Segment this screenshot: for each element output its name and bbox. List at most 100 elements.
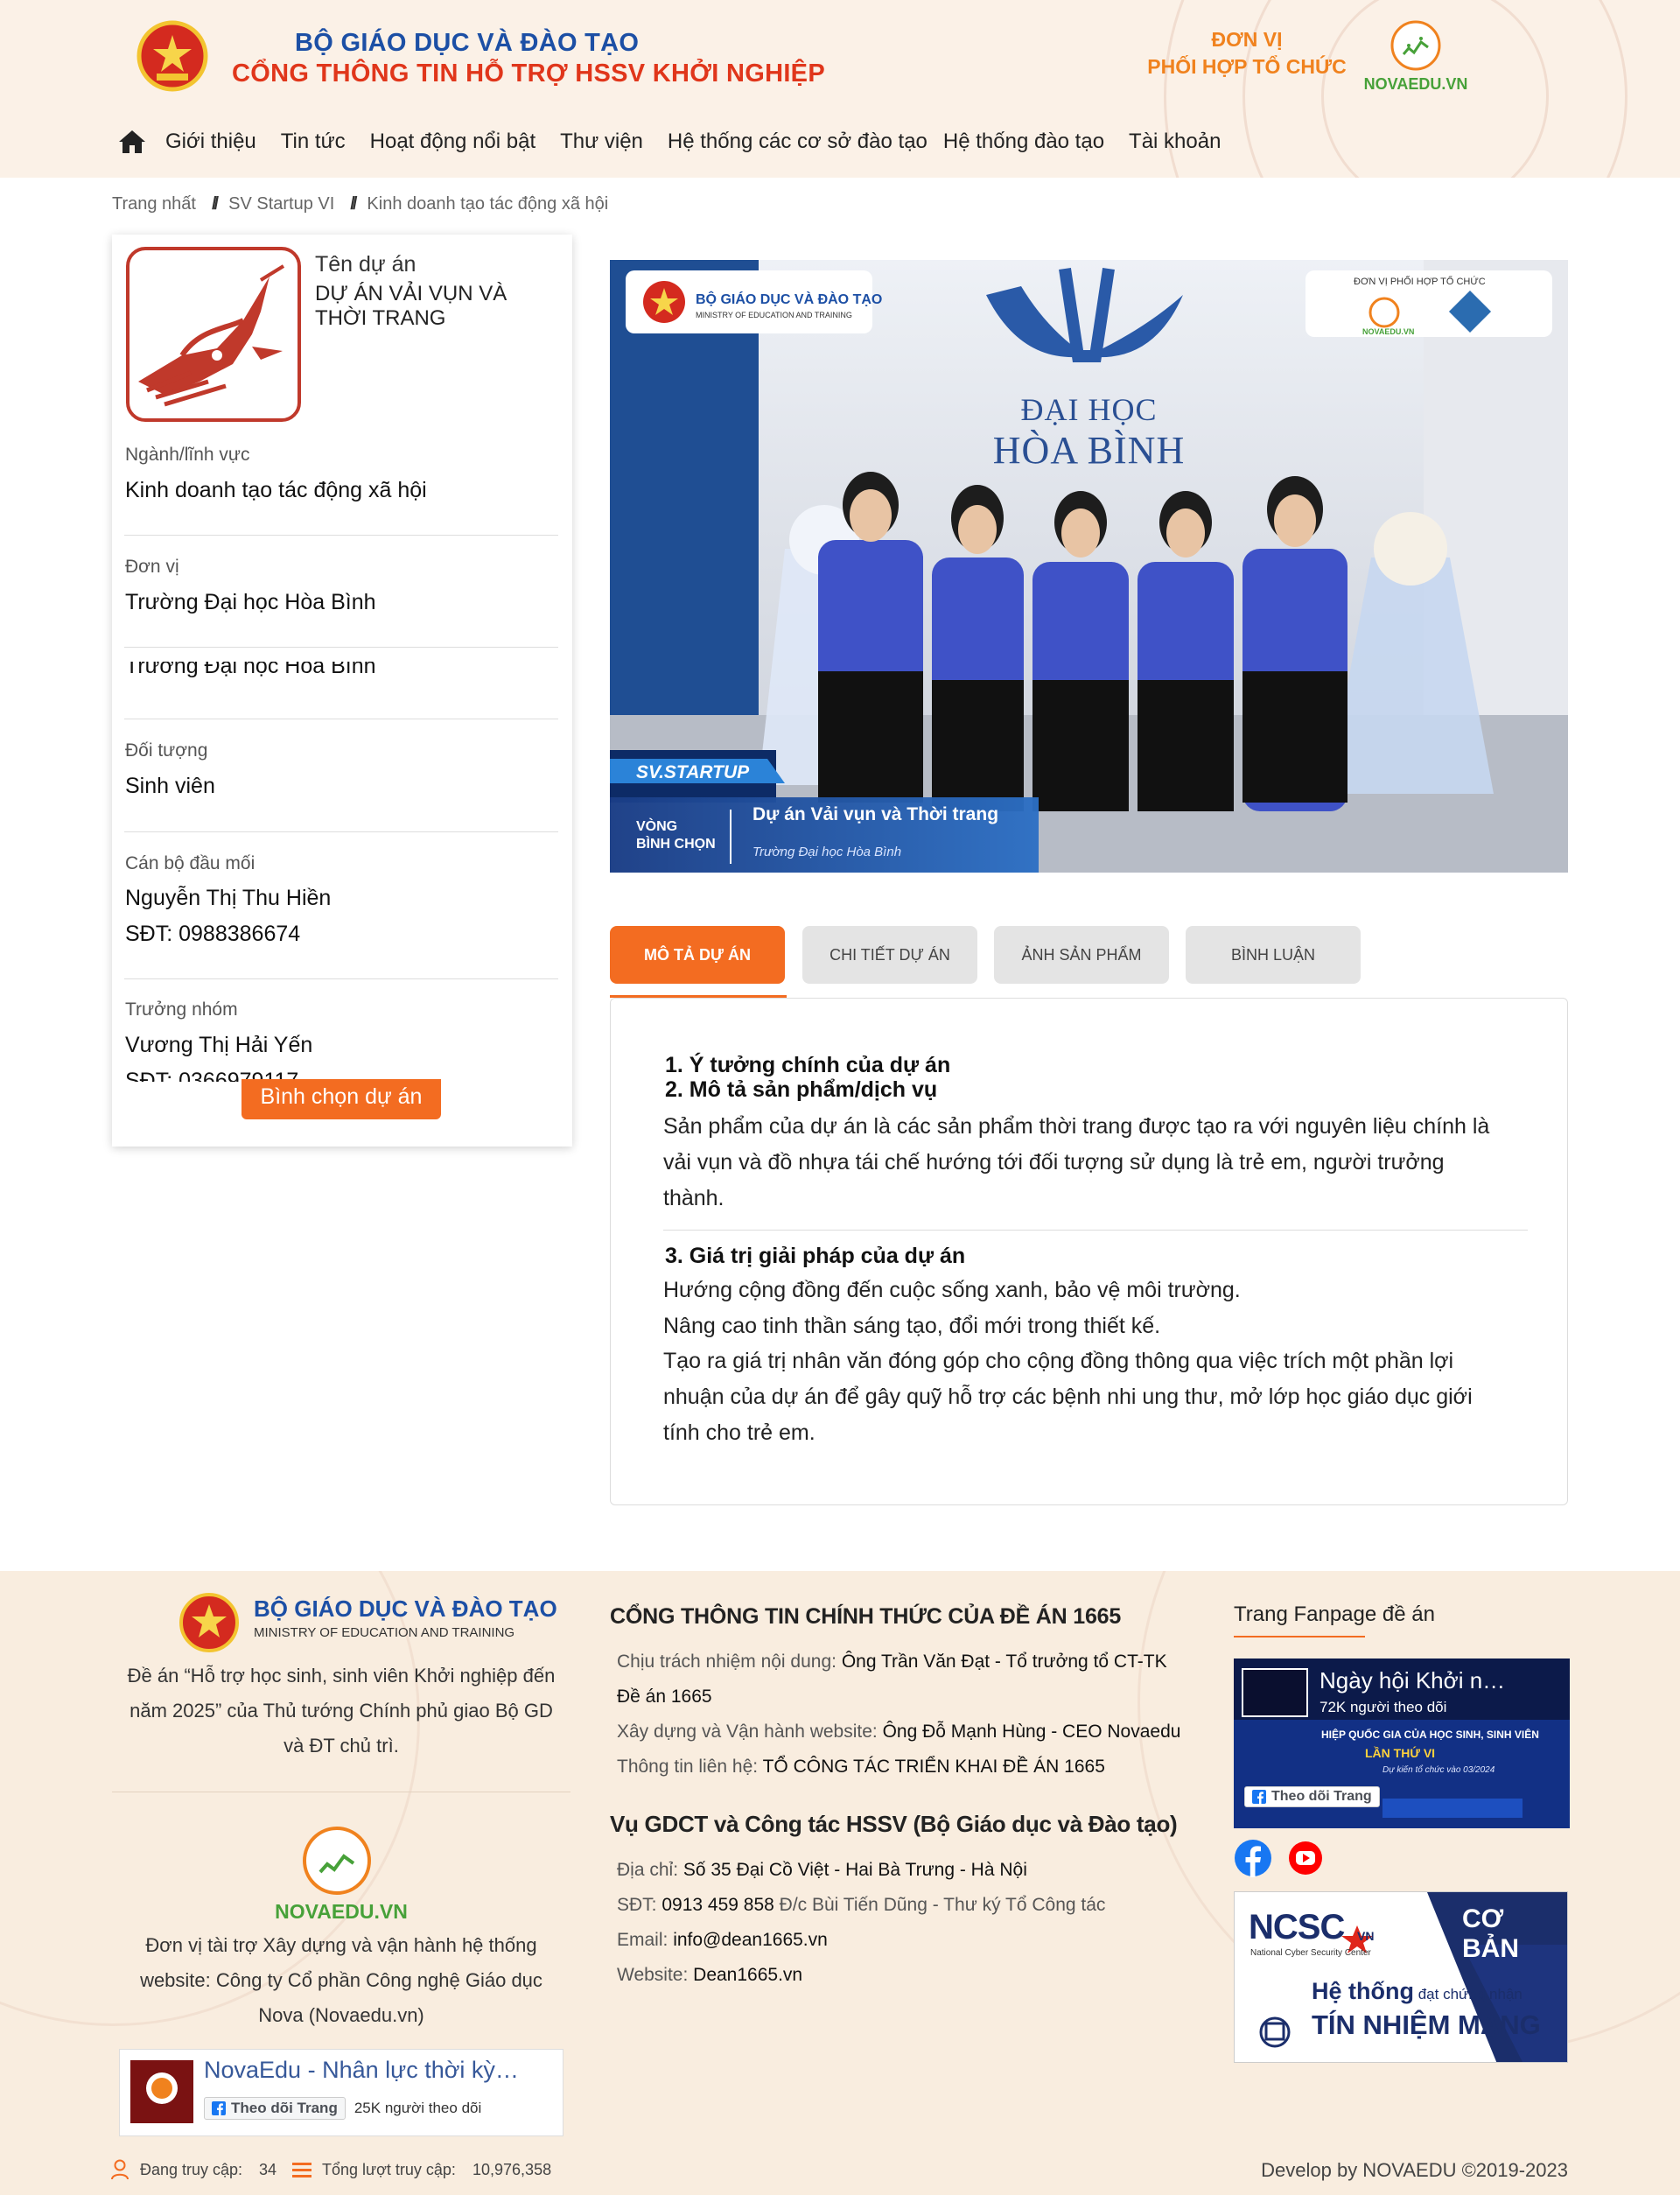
- partner-line2: PHỐI HỢP TỔ CHỨC: [1147, 55, 1347, 78]
- nav-gioi-thieu[interactable]: Giới thiệu: [165, 130, 256, 154]
- fb-dean-banner1: HIỆP QUỐC GIA CỦA HỌC SINH, SINH VIÊN: [1321, 1729, 1539, 1741]
- hero-photo-graphic: [610, 260, 1568, 873]
- fanpage-title: Trang Fanpage đề án: [1234, 1602, 1435, 1626]
- breadcrumb-category[interactable]: SV Startup VI: [228, 194, 334, 214]
- footer-phone-label: SĐT:: [617, 1895, 662, 1915]
- national-emblem-icon[interactable]: [136, 19, 209, 93]
- breadcrumb-separator: //: [350, 194, 357, 214]
- facebook-icon[interactable]: [1234, 1839, 1272, 1877]
- desc-heading-3: 3. Giá trị giải pháp của dự án: [665, 1244, 966, 1268]
- facebook-icon: [212, 2101, 226, 2115]
- nav-he-thong-dao-tao[interactable]: Hệ thống đào tạo: [943, 130, 1104, 154]
- footer-ministry: BỘ GIÁO DỤC VÀ ĐÀO TẠO: [254, 1595, 557, 1622]
- leader-name: Vương Thị Hải Yến: [125, 1033, 313, 1057]
- ncsc-brand: NCSC: [1249, 1908, 1345, 1946]
- facebook-icon: [1252, 1790, 1266, 1804]
- facebook-page-widget-novaedu[interactable]: NovaEdu - Nhân lực thời kỳ… Theo dõi Tra…: [119, 2049, 564, 2136]
- fb-follow-label: Theo dõi Trang: [231, 2100, 338, 2116]
- footer-sponsor-line3: Nova (Novaedu.vn): [258, 2004, 424, 2026]
- description-panel: 1. Ý tưởng chính của dự án 2. Mô tả sản …: [610, 998, 1568, 1505]
- partner-line1: ĐƠN VỊ: [1211, 28, 1283, 51]
- hero-ministry-sub: MINISTRY OF EDUCATION AND TRAINING: [696, 311, 852, 319]
- developer-credit: Develop by NOVAEDU ©2019-2023: [1261, 2159, 1568, 2181]
- footer-phone-value[interactable]: 0913 459 858: [662, 1895, 774, 1915]
- hero-partner-logo: NOVAEDU.VN: [1362, 327, 1415, 336]
- project-info-card: Tên dự án DỰ ÁN VẢI VỤN VÀ THỜI TRANG Ng…: [112, 235, 572, 1147]
- footer-website-line: Website: Dean1665.vn: [617, 1965, 802, 1986]
- footer-intro-line1: Đề án “Hỗ trợ học sinh, sinh viên Khởi n…: [127, 1665, 556, 1687]
- divider: [663, 1230, 1528, 1231]
- list-icon: [292, 2163, 312, 2177]
- vote-button[interactable]: Bình chọn dự án: [242, 1079, 441, 1119]
- tab-binh-luan[interactable]: BÌNH LUẬN: [1186, 926, 1361, 984]
- divider: [124, 978, 558, 979]
- main-nav: Giới thiệu Tin tức Hoạt động nổi bật Thư…: [118, 124, 1245, 159]
- leader-label: Trưởng nhóm: [125, 999, 238, 1020]
- project-name-label: Tên dự án: [315, 252, 416, 277]
- portal-title[interactable]: CỔNG THÔNG TIN HỖ TRỢ HSSV KHỞI NGHIỆP: [232, 60, 825, 88]
- footer-address-line: Địa chỉ: Số 35 Đại Cồ Việt - Hai Bà Trưn…: [617, 1860, 1027, 1881]
- tab-mo-ta[interactable]: MÔ TẢ DỰ ÁN: [610, 926, 785, 984]
- desc-para-2-line2: vải vụn và đồ nhựa tái chế hướng tới đối…: [663, 1150, 1445, 1175]
- fb-follow-row: Theo dõi Trang 25K người theo dõi: [204, 2097, 481, 2120]
- hero-school-line1: ĐẠI HỌC: [1020, 392, 1158, 427]
- user-icon: [111, 2159, 129, 2180]
- national-emblem-icon: [179, 1593, 239, 1652]
- fb-page-title[interactable]: NovaEdu - Nhân lực thời kỳ…: [204, 2057, 519, 2084]
- nav-tin-tuc[interactable]: Tin tức: [281, 130, 346, 154]
- footer-dept-title: Vụ GDCT và Công tác HSSV (Bộ Giáo dục và…: [610, 1811, 1178, 1837]
- field-label: Ngành/lĩnh vực: [125, 445, 250, 465]
- footer-build-value: Ông Đỗ Mạnh Hùng - CEO Novaedu: [882, 1722, 1181, 1742]
- ncsc-line1b: đạt chứng nhận: [1413, 1986, 1522, 2002]
- nav-tai-khoan[interactable]: Tài khoản: [1129, 130, 1221, 154]
- nav-thu-vien[interactable]: Thư viện: [560, 130, 643, 154]
- footer-contact-value: TỔ CÔNG TÁC TRIỂN KHAI ĐỀ ÁN 1665: [762, 1757, 1105, 1777]
- field-value: Kinh doanh tạo tác động xã hội: [125, 478, 427, 502]
- novaedu-logo-icon[interactable]: [301, 1825, 373, 1897]
- footer-email-value[interactable]: info@dean1665.vn: [673, 1930, 828, 1950]
- footer-email-label: Email:: [617, 1930, 674, 1950]
- footer-resp-value2: Đề án 1665: [617, 1687, 712, 1707]
- footer-contact-label: Thông tin liên hệ:: [617, 1757, 763, 1777]
- tab-anh-san-pham[interactable]: ẢNH SẢN PHẨM: [994, 926, 1169, 984]
- ncsc-vn: VN: [1357, 1929, 1375, 1943]
- divider: [124, 535, 558, 536]
- divider: [124, 831, 558, 832]
- footer-website-label: Website:: [617, 1965, 694, 1985]
- breadcrumb-home[interactable]: Trang nhất: [112, 194, 196, 214]
- project-logo: [126, 247, 301, 422]
- footer-build-label: Xây dựng và Vận hành website:: [617, 1722, 883, 1742]
- facebook-page-widget-dean[interactable]: Ngày hội Khởi n… 72K người theo dõi HIỆP…: [1234, 1659, 1570, 1828]
- breadcrumb: Trang nhất // SV Startup VI // Kinh doan…: [112, 194, 608, 214]
- footer-intro-line3: và ĐT chủ trì.: [284, 1735, 399, 1757]
- breadcrumb-current[interactable]: Kinh doanh tạo tác động xã hội: [367, 194, 608, 214]
- nav-hoat-dong[interactable]: Hoạt động nổi bật: [370, 130, 536, 154]
- ncsc-line1: Hệ thống đạt chứng nhận: [1312, 1978, 1522, 2005]
- ncsc-trust-badge[interactable]: NCSC VN National Cyber Security Center C…: [1234, 1891, 1568, 2063]
- youtube-icon[interactable]: [1288, 1841, 1323, 1876]
- contact-label: Cán bộ đầu mối: [125, 853, 256, 873]
- fb-dean-follow-button[interactable]: Theo dõi Trang: [1244, 1786, 1380, 1807]
- nav-he-thong-co-so[interactable]: Hệ thống các cơ sở đào tạo: [668, 130, 928, 154]
- footer-nova-logo: NOVAEDU.VN: [275, 1900, 408, 1923]
- tab-chi-tiet[interactable]: CHI TIẾT DỰ ÁN: [802, 926, 977, 984]
- online-value: 34: [259, 2161, 277, 2178]
- desc-para-2-line1: Sản phẩm của dự án là các sản phẩm thời …: [663, 1114, 1490, 1139]
- fb-follow-button[interactable]: Theo dõi Trang: [204, 2097, 346, 2120]
- footer-phone-note: Đ/c Bùi Tiến Dũng - Thư ký Tổ Công tác: [774, 1895, 1106, 1915]
- contact-name: Nguyễn Thị Thu Hiền: [125, 886, 332, 910]
- footer-sponsor-line2: website: Công ty Cổ phần Công nghệ Giáo …: [140, 1969, 542, 1991]
- fb-dean-banner3: Dự kiến tổ chức vào 03/2024: [1382, 1765, 1495, 1775]
- unit-repeat-text: Trường Đại học Hòa Bình: [125, 662, 376, 678]
- ministry-title[interactable]: BỘ GIÁO DỤC VÀ ĐÀO TẠO: [295, 29, 639, 58]
- desc-para-3-line5: tính cho trẻ em.: [663, 1420, 816, 1445]
- home-icon[interactable]: [118, 128, 146, 156]
- desc-para-3-line3: Tạo ra giá trị nhân văn đóng góp cho cộn…: [663, 1349, 1454, 1373]
- fb-dean-title[interactable]: Ngày hội Khởi n…: [1320, 1667, 1505, 1694]
- ncsc-level: CƠ BẢN: [1462, 1904, 1519, 1963]
- footer-website-value[interactable]: Dean1665.vn: [693, 1965, 802, 1985]
- novaedu-logo-icon[interactable]: [1390, 19, 1442, 72]
- footer-ministry-en: MINISTRY OF EDUCATION AND TRAINING: [254, 1625, 515, 1640]
- fb-avatar-graphic: [146, 2072, 178, 2104]
- total-visits-value: 10,976,358: [472, 2161, 552, 2178]
